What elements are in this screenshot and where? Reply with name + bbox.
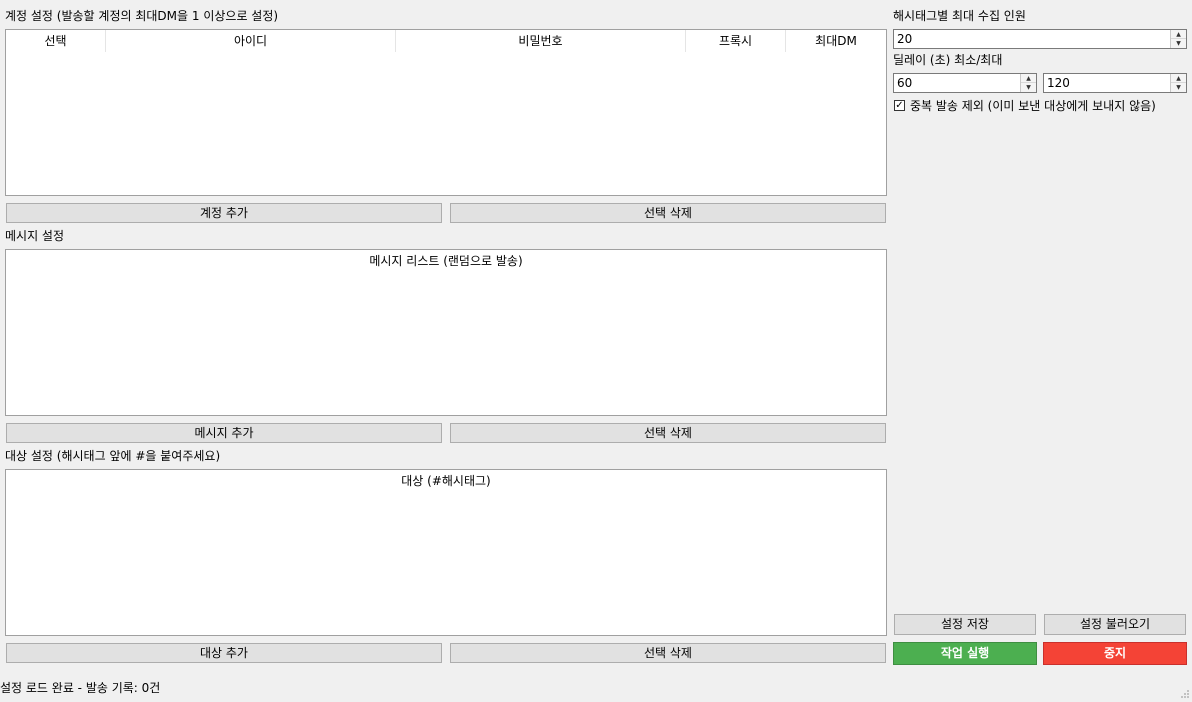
delay-max-spinbox[interactable]: 120 ▲ ▼ <box>1043 73 1187 93</box>
accounts-table-header: 선택 아이디 비밀번호 프록시 최대DM <box>6 30 886 52</box>
resize-grip-icon[interactable] <box>1180 688 1190 698</box>
column-header-proxy[interactable]: 프록시 <box>686 30 786 52</box>
delay-max-spin-arrows[interactable]: ▲ ▼ <box>1170 74 1186 92</box>
save-settings-button[interactable]: 설정 저장 <box>894 614 1036 635</box>
delay-min-spin-arrows[interactable]: ▲ ▼ <box>1020 74 1036 92</box>
status-bar: 설정 로드 완료 - 발송 기록: 0건 <box>0 678 1192 700</box>
checkmark-icon: ✓ <box>895 100 904 111</box>
targets-list-header: 대상 (#해시태그) <box>401 474 491 488</box>
add-account-button[interactable]: 계정 추가 <box>6 203 442 223</box>
targets-list[interactable]: 대상 (#해시태그) <box>5 469 887 636</box>
spin-down-icon[interactable]: ▼ <box>1171 83 1186 92</box>
delay-min-value: 60 <box>897 76 913 90</box>
column-header-max-dm[interactable]: 최대DM <box>786 30 886 52</box>
delay-min-spinbox[interactable]: 60 ▲ ▼ <box>893 73 1037 93</box>
spin-down-icon[interactable]: ▼ <box>1171 39 1186 48</box>
add-target-button[interactable]: 대상 추가 <box>6 643 442 663</box>
exclude-duplicate-label[interactable]: 중복 발송 제외 (이미 보낸 대상에게 보내지 않음) <box>910 99 1156 113</box>
accounts-section-label: 계정 설정 (발송할 계정의 최대DM을 1 이상으로 설정) <box>5 9 279 23</box>
column-header-id[interactable]: 아이디 <box>106 30 396 52</box>
exclude-duplicate-checkbox[interactable]: ✓ <box>894 100 905 111</box>
add-message-button[interactable]: 메시지 추가 <box>6 423 442 443</box>
spin-up-icon[interactable]: ▲ <box>1021 74 1036 83</box>
max-collect-label: 해시태그별 최대 수집 인원 <box>893 9 1026 23</box>
load-settings-button[interactable]: 설정 불러오기 <box>1044 614 1186 635</box>
accounts-table[interactable]: 선택 아이디 비밀번호 프록시 최대DM <box>5 29 887 196</box>
max-collect-spin-arrows[interactable]: ▲ ▼ <box>1170 30 1186 48</box>
messages-list[interactable]: 메시지 리스트 (랜덤으로 발송) <box>5 249 887 416</box>
max-collect-value: 20 <box>897 32 913 46</box>
spin-up-icon[interactable]: ▲ <box>1171 30 1186 39</box>
messages-list-header: 메시지 리스트 (랜덤으로 발송) <box>369 254 523 268</box>
targets-section-label: 대상 설정 (해시태그 앞에 #을 붙여주세요) <box>5 449 221 463</box>
spin-down-icon[interactable]: ▼ <box>1021 83 1036 92</box>
delay-label: 딜레이 (초) 최소/최대 <box>893 53 1003 67</box>
column-header-password[interactable]: 비밀번호 <box>396 30 686 52</box>
delete-account-button[interactable]: 선택 삭제 <box>450 203 886 223</box>
run-task-button[interactable]: 작업 실행 <box>893 642 1037 665</box>
delete-message-button[interactable]: 선택 삭제 <box>450 423 886 443</box>
stop-button[interactable]: 중지 <box>1043 642 1187 665</box>
spin-up-icon[interactable]: ▲ <box>1171 74 1186 83</box>
delay-max-value: 120 <box>1047 76 1070 90</box>
status-text: 설정 로드 완료 - 발송 기록: 0건 <box>0 681 161 695</box>
messages-section-label: 메시지 설정 <box>5 229 65 243</box>
column-header-select[interactable]: 선택 <box>6 30 106 52</box>
max-collect-spinbox[interactable]: 20 ▲ ▼ <box>893 29 1187 49</box>
delete-target-button[interactable]: 선택 삭제 <box>450 643 886 663</box>
